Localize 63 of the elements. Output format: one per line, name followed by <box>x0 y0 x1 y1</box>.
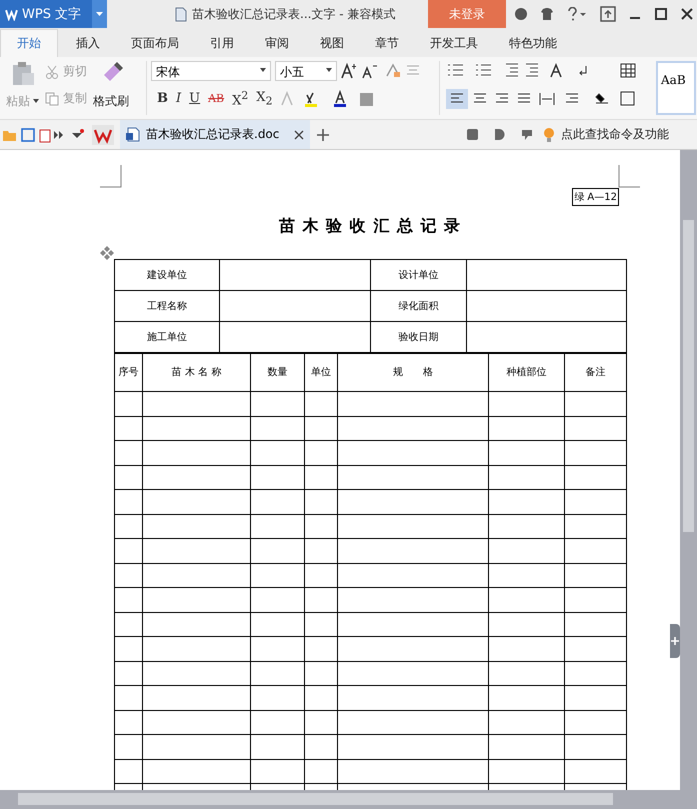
document-tab-label: 苗木验收汇总记录表.doc <box>146 126 280 143</box>
field-label: 工程名称 <box>114 290 220 322</box>
format-button[interactable]: AB <box>208 92 224 106</box>
close-icon[interactable] <box>294 130 304 140</box>
font-name-field[interactable]: 宋体 <box>151 61 271 81</box>
field-label: 施工单位 <box>114 322 220 352</box>
corner-mark <box>100 165 122 188</box>
document-icon <box>175 6 187 22</box>
column-header: 序号 <box>114 354 142 392</box>
format-button[interactable]: X$^{2}$ <box>232 89 248 108</box>
shirt-icon[interactable] <box>540 7 554 21</box>
fullscreen-icon[interactable] <box>600 6 616 22</box>
ribbon-tab[interactable]: 页面布局 <box>118 30 192 57</box>
side-panel-toggle[interactable] <box>670 624 680 658</box>
app-logo[interactable]: WPS 文字 <box>0 0 92 28</box>
column-header: 备注 <box>564 354 626 392</box>
help-icon[interactable] <box>566 7 588 21</box>
skin-icon[interactable] <box>514 7 528 21</box>
caret-icon <box>260 68 266 72</box>
ribbon-tab[interactable]: 引用 <box>197 30 247 57</box>
caret-icon <box>96 12 103 16</box>
command-search-link[interactable]: 点此查找命令及功能 <box>561 126 669 143</box>
ribbon-tab[interactable]: 审阅 <box>252 30 302 57</box>
form-code: 绿 A—12 <box>572 188 619 206</box>
style-preview[interactable]: AaB <box>656 61 696 115</box>
font-size-field[interactable]: 小五 <box>275 61 337 81</box>
format-button[interactable]: I <box>176 91 182 106</box>
document-title: 苗 木 验 收 汇 总 记 录 <box>278 216 462 237</box>
column-header: 数量 <box>250 354 304 392</box>
document-tab[interactable]: 苗木验收汇总记录表.doc <box>120 120 310 149</box>
w-logo-icon <box>5 8 18 20</box>
column-header: 单位 <box>304 354 338 392</box>
word-document-icon <box>126 127 140 142</box>
wps-logo-icon[interactable] <box>92 124 114 144</box>
format-button[interactable]: X$_{2}$ <box>256 90 272 108</box>
format-button[interactable]: B <box>157 91 168 106</box>
app-menu-button[interactable] <box>92 0 107 28</box>
column-header: 苗 木 名 称 <box>142 354 250 392</box>
field-label: 绿化面积 <box>370 290 466 322</box>
corner-mark <box>618 165 640 188</box>
lightbulb-icon[interactable] <box>543 126 555 142</box>
app-name: WPS 文字 <box>22 6 82 23</box>
table-move-handle[interactable] <box>100 246 114 260</box>
ribbon-tab[interactable]: 特色功能 <box>496 30 570 57</box>
caret-icon <box>33 99 39 103</box>
add-icon[interactable] <box>316 128 330 142</box>
maximize-icon[interactable] <box>654 7 668 21</box>
ribbon-tab[interactable]: 开发工具 <box>417 30 491 57</box>
quick-access-drawing[interactable] <box>2 126 64 142</box>
field-label: 验收日期 <box>370 322 466 352</box>
field-label: 建设单位 <box>114 260 220 290</box>
format-button[interactable]: U <box>189 91 200 106</box>
format-painter-button[interactable]: 格式刷 <box>93 93 129 110</box>
window-title: 苗木验收汇总记录表...文字 - 兼容模式 <box>192 6 396 22</box>
column-header: 规 格 <box>338 354 488 392</box>
column-header: 种植部位 <box>488 354 564 392</box>
field-label: 设计单位 <box>370 260 466 290</box>
ribbon-tab[interactable]: 章节 <box>362 30 412 57</box>
ribbon-tab[interactable]: 视图 <box>307 30 357 57</box>
ribbon-tab[interactable]: 开始 <box>0 29 58 57</box>
close-icon[interactable] <box>680 7 694 21</box>
caret-icon <box>326 68 332 72</box>
ribbon-tab[interactable]: 插入 <box>63 30 113 57</box>
